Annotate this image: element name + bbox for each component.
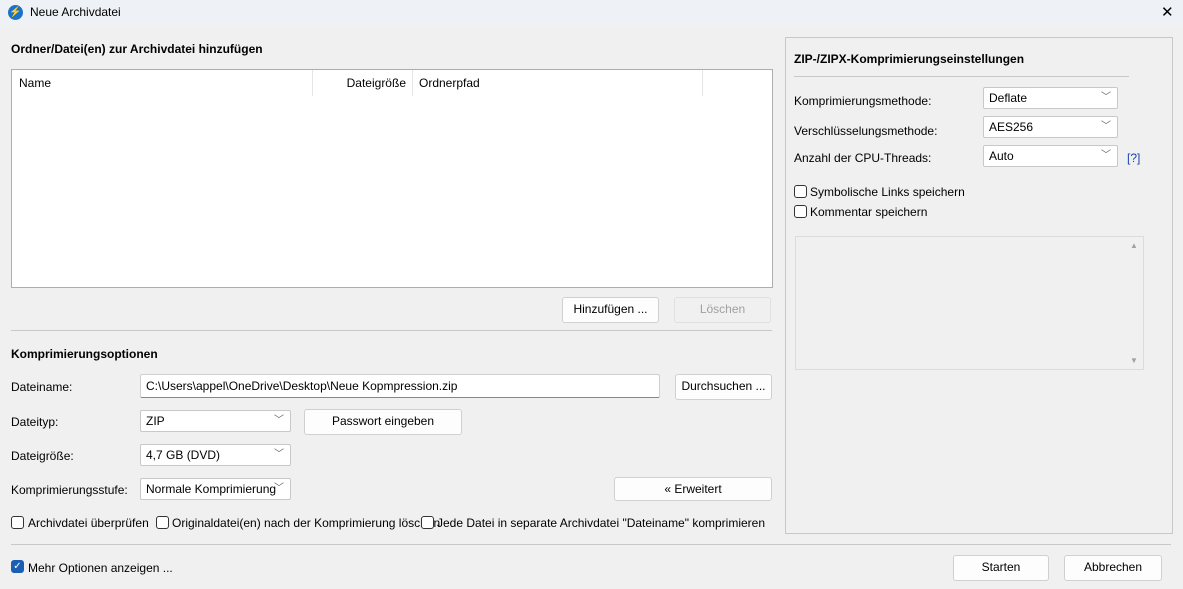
encryption-label: Verschlüsselungsmethode: (794, 124, 938, 138)
more-options-label[interactable]: Mehr Optionen anzeigen ... (28, 561, 173, 575)
zip-heading: ZIP-/ZIPX-Komprimierungseinstellungen (794, 52, 1025, 66)
column-name[interactable]: Name (12, 70, 313, 96)
close-icon[interactable]: ✕ (1161, 3, 1174, 21)
title-bar (0, 0, 1183, 26)
chevron-down-icon: ﹀ (1101, 150, 1111, 161)
filetype-value: ZIP (146, 414, 165, 428)
threads-select[interactable]: Auto ﹀ (983, 145, 1118, 167)
start-button[interactable]: Starten (953, 555, 1049, 581)
delete-button[interactable]: Löschen (674, 297, 771, 323)
symlinks-checkbox[interactable] (794, 185, 807, 198)
symlinks-label[interactable]: Symbolische Links speichern (810, 185, 965, 199)
delete-originals-checkbox[interactable] (156, 516, 169, 529)
scroll-up-icon[interactable]: ▲ (1130, 241, 1138, 250)
divider (794, 76, 1129, 77)
column-path[interactable]: Ordnerpfad (413, 70, 703, 96)
password-button[interactable]: Passwort eingeben (304, 409, 462, 435)
filetype-select[interactable]: ZIP ﹀ (140, 410, 291, 432)
scrollbar[interactable]: ▲ ▼ (1126, 237, 1143, 369)
filesize-value: 4,7 GB (DVD) (146, 448, 221, 462)
delete-originals-label[interactable]: Originaldatei(en) nach der Komprimierung… (172, 516, 440, 530)
threads-value: Auto (989, 149, 1014, 163)
filename-label: Dateiname: (11, 380, 73, 394)
threads-label: Anzahl der CPU-Threads: (794, 151, 932, 165)
filesize-label: Dateigröße: (11, 449, 74, 463)
chevron-down-icon: ﹀ (274, 483, 284, 494)
options-heading: Komprimierungsoptionen (11, 347, 158, 361)
separate-archives-checkbox[interactable] (421, 516, 434, 529)
filetype-label: Dateityp: (11, 415, 59, 429)
threads-help-link[interactable]: [?] (1127, 151, 1140, 165)
filename-input[interactable]: C:\Users\appel\OneDrive\Desktop\Neue Kop… (140, 374, 660, 398)
encryption-value: AES256 (989, 120, 1034, 134)
method-select[interactable]: Deflate ﹀ (983, 87, 1118, 109)
level-value: Normale Komprimierung (146, 482, 277, 496)
more-options-checkbox[interactable]: ✓ (11, 560, 24, 573)
comment-label[interactable]: Kommentar speichern (810, 205, 927, 219)
files-heading: Ordner/Datei(en) zur Archivdatei hinzufü… (11, 42, 263, 56)
file-list[interactable]: Name Dateigröße Ordnerpfad (11, 69, 773, 288)
level-label: Komprimierungsstufe: (11, 483, 128, 497)
method-value: Deflate (989, 91, 1028, 105)
comment-checkbox[interactable] (794, 205, 807, 218)
add-button[interactable]: Hinzufügen ... (562, 297, 659, 323)
cancel-button[interactable]: Abbrechen (1064, 555, 1162, 581)
encryption-select[interactable]: AES256 ﹀ (983, 116, 1118, 138)
method-label: Komprimierungsmethode: (794, 94, 932, 108)
column-size[interactable]: Dateigröße (313, 70, 413, 96)
separate-archives-label[interactable]: Jede Datei in separate Archivdatei "Date… (437, 516, 765, 530)
browse-button[interactable]: Durchsuchen ... (675, 374, 772, 400)
verify-checkbox[interactable] (11, 516, 24, 529)
filesize-select[interactable]: 4,7 GB (DVD) ﹀ (140, 444, 291, 466)
app-icon: ⚡ (8, 5, 23, 20)
chevron-down-icon: ﹀ (274, 415, 284, 426)
chevron-down-icon: ﹀ (1101, 92, 1111, 103)
advanced-button[interactable]: « Erweitert (614, 477, 772, 501)
comment-textarea[interactable]: ▲ ▼ (795, 236, 1144, 370)
divider (11, 544, 1171, 545)
chevron-down-icon: ﹀ (1101, 121, 1111, 132)
scroll-down-icon[interactable]: ▼ (1130, 356, 1138, 365)
level-select[interactable]: Normale Komprimierung ﹀ (140, 478, 291, 500)
divider (11, 330, 772, 331)
window-title: Neue Archivdatei (30, 5, 121, 19)
chevron-down-icon: ﹀ (274, 449, 284, 460)
verify-label[interactable]: Archivdatei überprüfen (28, 516, 149, 530)
